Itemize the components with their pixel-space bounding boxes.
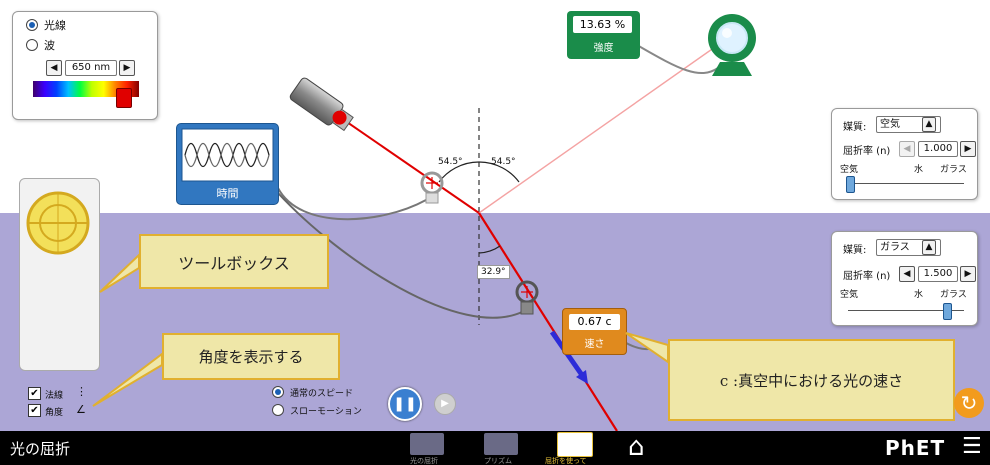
time-sensor-label: 時間 <box>216 187 239 200</box>
top-tick-air: 空気 <box>840 165 859 175</box>
reset-all-button[interactable]: ↻ <box>954 388 984 418</box>
top-index-value: 1.000 <box>918 141 958 157</box>
menu-icon[interactable]: ☰ <box>962 434 982 459</box>
bottom-index-increase-button[interactable]: ▶ <box>960 266 976 282</box>
pause-button[interactable]: ❚❚ <box>388 387 422 421</box>
top-tick-water: 水 <box>914 165 924 175</box>
ray-mode-label: 光線 <box>44 19 66 32</box>
angle-icon: ∠ <box>76 403 86 416</box>
protractor-icon[interactable] <box>20 185 99 265</box>
reflected-angle-label: 54.5° <box>491 157 516 167</box>
bottom-medium-label: 媒質: <box>843 245 867 256</box>
top-tick-glass: ガラス <box>940 165 967 175</box>
normal-checkbox-label: 法線 <box>45 391 64 401</box>
top-medium-panel: 媒質: 空気 ▲ 屈折率 (n) ◀ 1.000 ▶ 空気 水 ガラス <box>831 108 978 200</box>
speed-meter[interactable]: 0.67 c 速さ <box>562 308 627 355</box>
bottom-medium-value: ガラス <box>880 242 910 253</box>
angle-checkbox[interactable]: ✔ <box>28 404 41 417</box>
normal-icon: ⋮ <box>76 385 87 398</box>
top-index-slider-thumb[interactable] <box>846 176 855 193</box>
reflected-beam <box>478 39 726 214</box>
speed-of-light-callout: c :真空中における光の速さ <box>668 339 955 421</box>
wavelength-slider-thumb[interactable] <box>116 88 132 108</box>
intensity-sensor-head[interactable] <box>708 14 756 76</box>
intensity-label: 強度 <box>593 43 614 54</box>
nav-screen-more-tools-icon[interactable] <box>557 432 593 457</box>
normal-checkbox[interactable]: ✔ <box>28 387 41 400</box>
angle-checkbox-label: 角度 <box>45 408 64 418</box>
slow-motion-radio[interactable] <box>272 404 284 416</box>
normal-speed-label: 通常のスピード <box>290 389 354 399</box>
show-angle-callout: 角度を表示する <box>162 333 340 380</box>
bottom-tick-air: 空気 <box>840 290 859 300</box>
refraction-arc <box>478 245 501 254</box>
home-icon[interactable]: ⌂ <box>628 432 645 462</box>
ray-mode-radio[interactable] <box>26 19 38 31</box>
nav-screen-prism-label: プリズム <box>484 457 512 465</box>
bottom-tick-glass: ガラス <box>940 290 967 300</box>
bottom-medium-dropdown-arrow[interactable]: ▲ <box>922 240 936 255</box>
top-medium-value: 空気 <box>880 119 900 130</box>
step-button[interactable]: ▶ <box>434 393 456 415</box>
simulation-stage: 光線 波 ◀ 650 nm ▶ 13.63 % 強度 時間 54.5° 54.5… <box>0 0 990 465</box>
wave-mode-radio[interactable] <box>26 39 38 51</box>
intensity-meter-cord <box>636 44 719 75</box>
top-index-slider-track[interactable] <box>848 183 964 184</box>
top-index-increase-button[interactable]: ▶ <box>960 141 976 157</box>
bottom-index-decrease-button[interactable]: ◀ <box>899 266 915 282</box>
slow-motion-label: スローモーション <box>290 407 362 417</box>
intensity-meter[interactable]: 13.63 % 強度 <box>567 11 640 59</box>
normal-speed-radio[interactable] <box>272 386 284 398</box>
wave-sensor-probe-1[interactable] <box>420 171 444 204</box>
speed-value: 0.67 c <box>569 314 620 330</box>
bottom-index-value: 1.500 <box>918 266 958 282</box>
wave-sensor-probe-2[interactable] <box>515 280 539 315</box>
wave-mode-label: 波 <box>44 39 55 52</box>
navigation-bar: 光の屈折 光の屈折 プリズム 屈折を使って ⌂ PhET ☰ <box>0 431 990 465</box>
nav-screen-intro-icon[interactable] <box>410 433 444 455</box>
wavelength-value: 650 nm <box>65 60 117 76</box>
incident-angle-label: 54.5° <box>438 157 463 167</box>
wavelength-decrease-button[interactable]: ◀ <box>46 60 62 76</box>
top-index-decrease-button[interactable]: ◀ <box>899 141 915 157</box>
wavelength-increase-button[interactable]: ▶ <box>119 60 135 76</box>
light-source-panel: 光線 波 ◀ 650 nm ▶ <box>12 11 158 120</box>
bottom-index-label: 屈折率 (n) <box>843 271 891 282</box>
top-index-label: 屈折率 (n) <box>843 146 891 157</box>
bottom-medium-panel: 媒質: ガラス ▲ 屈折率 (n) ◀ 1.500 ▶ 空気 水 ガラス <box>831 231 978 326</box>
bottom-index-slider-thumb[interactable] <box>943 303 952 320</box>
speed-label: 速さ <box>584 339 605 350</box>
top-medium-label: 媒質: <box>843 122 867 133</box>
top-medium-dropdown-arrow[interactable]: ▲ <box>922 117 936 132</box>
nav-screen-prism-icon[interactable] <box>484 433 518 455</box>
sim-title: 光の屈折 <box>10 440 71 458</box>
toolbox-callout: ツールボックス <box>139 234 329 289</box>
phet-logo: PhET <box>885 436 946 460</box>
intensity-value: 13.63 % <box>573 16 632 33</box>
nav-screen-more-tools-label: 屈折を使って <box>545 457 587 465</box>
bottom-tick-water: 水 <box>914 290 924 300</box>
toolbox-panel <box>19 178 100 371</box>
laser-pointer[interactable] <box>289 77 356 135</box>
time-sensor[interactable]: 時間 <box>176 123 279 205</box>
nav-screen-intro-label: 光の屈折 <box>410 457 438 465</box>
refracted-angle-label: 32.9° <box>477 265 510 279</box>
